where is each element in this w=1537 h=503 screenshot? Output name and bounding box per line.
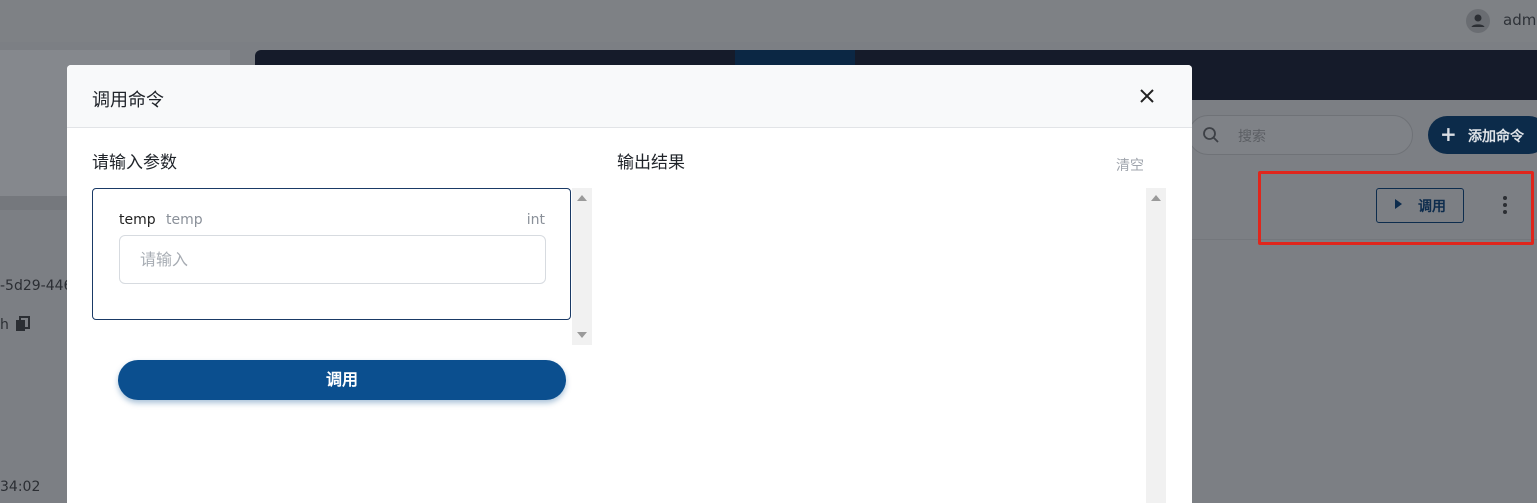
search-placeholder: 搜索 bbox=[1238, 129, 1266, 145]
clear-output-link[interactable]: 清空 bbox=[1116, 155, 1144, 175]
invoke-command-dialog: 调用命令 请输入参数 temp temp int 调用 输出结果 清空 bbox=[67, 65, 1192, 503]
params-heading: 请输入参数 bbox=[92, 153, 177, 173]
search-icon bbox=[1202, 126, 1220, 144]
dialog-title: 调用命令 bbox=[92, 90, 164, 111]
copy-icon[interactable] bbox=[15, 316, 31, 332]
output-area[interactable] bbox=[617, 188, 1146, 503]
param-value-input[interactable] bbox=[119, 235, 546, 284]
time-fragment: 34:02 bbox=[0, 479, 41, 495]
top-bar bbox=[0, 0, 1537, 42]
output-heading: 输出结果 bbox=[617, 153, 685, 173]
search-input[interactable] bbox=[1188, 115, 1413, 155]
dialog-header: 调用命令 bbox=[67, 65, 1192, 128]
add-command-label: 添加命令 bbox=[1468, 129, 1524, 145]
user-name[interactable]: admi bbox=[1503, 11, 1537, 29]
highlight-box bbox=[1258, 171, 1534, 245]
scroll-down-arrow-icon[interactable] bbox=[577, 332, 587, 338]
param-card: temp temp int bbox=[92, 188, 571, 320]
param-name: temp bbox=[119, 212, 156, 228]
device-id-fragment: -5d29-446 bbox=[0, 278, 73, 294]
invoke-button[interactable]: 调用 bbox=[118, 360, 566, 400]
param-type: int bbox=[526, 212, 545, 228]
output-scrollbar[interactable] bbox=[1146, 188, 1166, 503]
scroll-up-arrow-icon[interactable] bbox=[1151, 195, 1161, 201]
params-scrollbar[interactable] bbox=[572, 188, 592, 345]
plus-icon: + bbox=[1440, 122, 1457, 146]
param-description: temp bbox=[166, 212, 203, 228]
user-avatar-icon[interactable] bbox=[1466, 9, 1490, 33]
close-icon[interactable] bbox=[1138, 87, 1156, 105]
text-fragment: h bbox=[0, 317, 9, 333]
scroll-up-arrow-icon[interactable] bbox=[577, 195, 587, 201]
